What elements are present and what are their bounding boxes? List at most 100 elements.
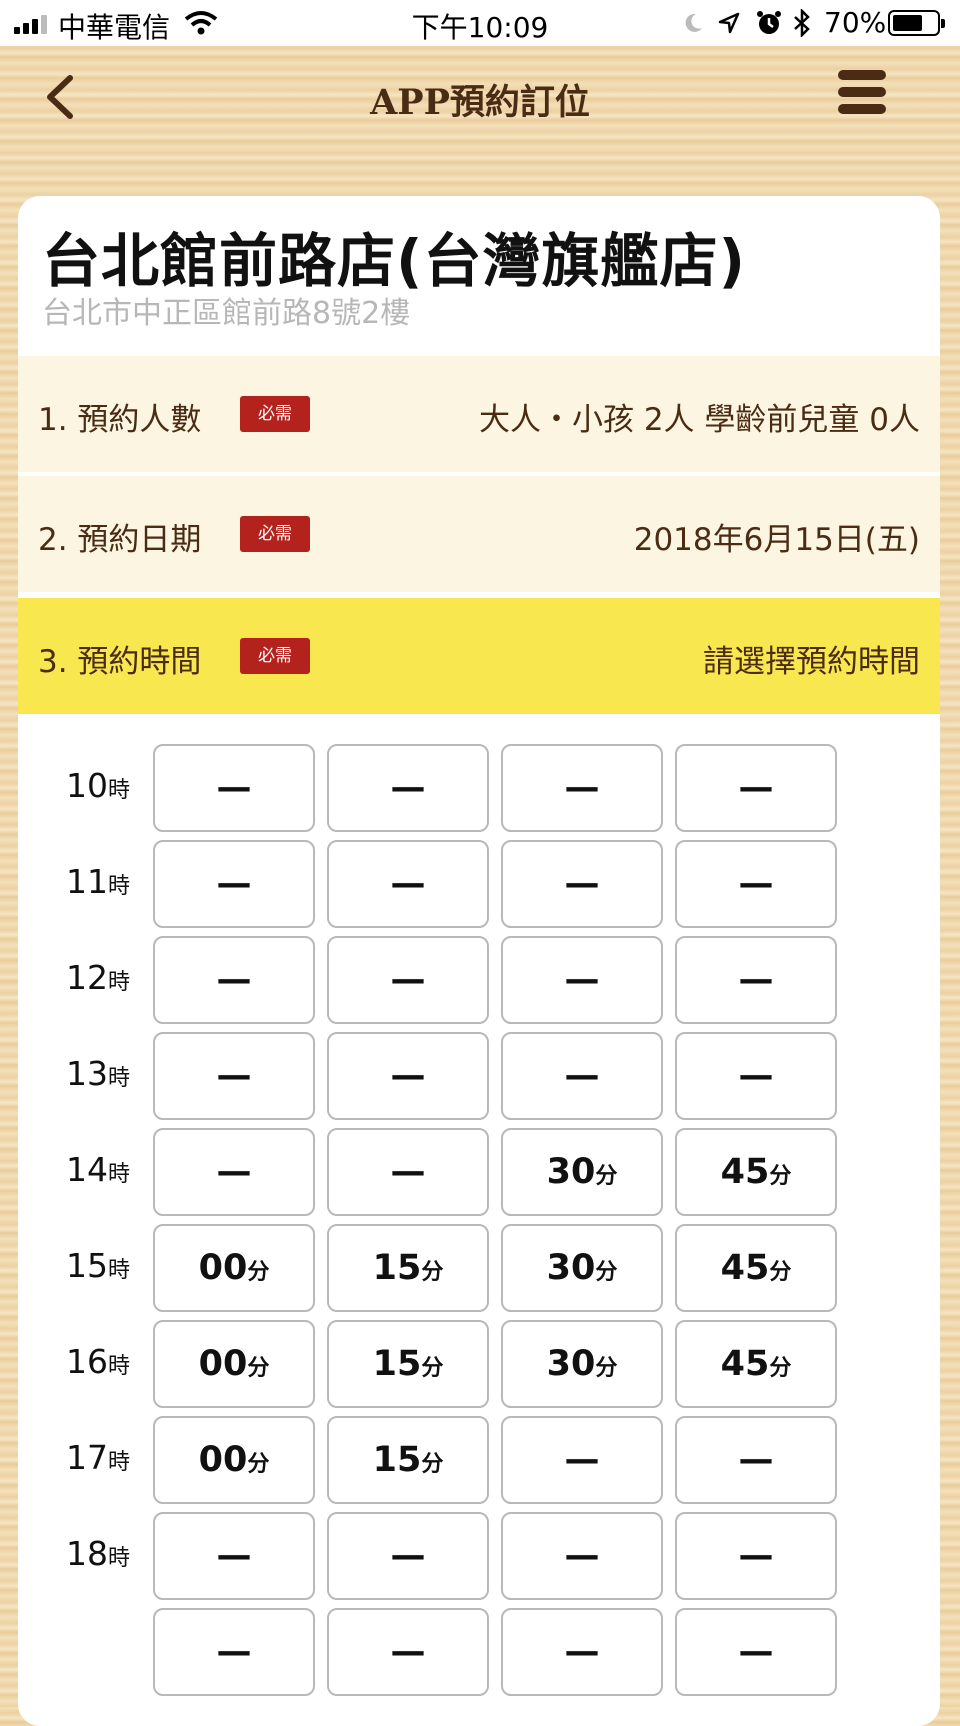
hour-suffix: 時 xyxy=(107,1354,130,1379)
store-name: 台北館前路店(台灣旗艦店) xyxy=(42,227,747,295)
reservation-card: 台北館前路店(台灣旗艦店) 台北市中正區館前路8號2樓 1. 預約人數 必需 大… xyxy=(18,196,940,1726)
slot-minute-suffix: 分 xyxy=(595,1356,618,1381)
slot-minute: 00 xyxy=(198,1344,248,1384)
time-slot-unavailable: — xyxy=(153,744,315,832)
required-badge: 必需 xyxy=(240,516,310,552)
time-slot-button[interactable]: 15分 xyxy=(327,1320,489,1408)
time-slot-unavailable: — xyxy=(675,1512,837,1600)
hour-suffix: 時 xyxy=(107,874,130,899)
slot-minute: 15 xyxy=(372,1344,422,1384)
hour-number: 14 xyxy=(65,1150,108,1189)
date-value: 2018年6月15日(五) xyxy=(633,522,920,558)
hour-suffix: 時 xyxy=(107,1450,130,1475)
time-slot-unavailable: — xyxy=(153,936,315,1024)
page-title: APP預約訂位 xyxy=(370,82,590,123)
battery-percent: 70% xyxy=(824,6,887,39)
hour-number: 11 xyxy=(65,862,108,901)
slot-minute: 30 xyxy=(546,1152,596,1192)
slot-minute-suffix: 分 xyxy=(769,1164,792,1189)
time-slot-unavailable: — xyxy=(327,1032,489,1120)
hour-number: 16 xyxy=(65,1342,108,1381)
time-slot-unavailable: — xyxy=(327,1608,489,1696)
slot-minute-suffix: 分 xyxy=(247,1260,270,1285)
hour-number: 17 xyxy=(65,1438,108,1477)
battery-icon xyxy=(888,10,945,36)
hour-suffix: 時 xyxy=(107,970,130,995)
slot-minute: 00 xyxy=(198,1248,248,1288)
time-slot-button[interactable]: 00分 xyxy=(153,1320,315,1408)
store-address: 台北市中正區館前路8號2樓 xyxy=(42,296,411,331)
hour-number: 15 xyxy=(65,1246,108,1285)
time-slot-button[interactable]: 15分 xyxy=(327,1224,489,1312)
slot-minute-suffix: 分 xyxy=(421,1260,444,1285)
time-row[interactable]: 3. 預約時間 必需 請選擇預約時間 xyxy=(18,598,940,714)
required-badge: 必需 xyxy=(240,396,310,432)
time-slot-unavailable: — xyxy=(675,1608,837,1696)
slot-minute-suffix: 分 xyxy=(247,1452,270,1477)
slot-minute-suffix: 分 xyxy=(595,1260,618,1285)
time-slot-button[interactable]: 45分 xyxy=(675,1320,837,1408)
time-slot-unavailable: — xyxy=(675,1416,837,1504)
hour-suffix: 時 xyxy=(107,1066,130,1091)
time-slot-unavailable: — xyxy=(153,1128,315,1216)
time-slot-unavailable: — xyxy=(153,1032,315,1120)
hour-label: 15時 xyxy=(48,1246,148,1285)
hour-label: 10時 xyxy=(48,766,148,805)
slot-minute-suffix: 分 xyxy=(421,1452,444,1477)
time-slot-unavailable: — xyxy=(501,936,663,1024)
required-badge: 必需 xyxy=(240,638,310,674)
slot-minute-suffix: 分 xyxy=(421,1356,444,1381)
slot-minute: 45 xyxy=(720,1152,770,1192)
hour-label: 14時 xyxy=(48,1150,148,1189)
hour-suffix: 時 xyxy=(107,1162,130,1187)
time-slot-unavailable: — xyxy=(501,1416,663,1504)
hour-label: 11時 xyxy=(48,862,148,901)
time-slot-unavailable: — xyxy=(675,744,837,832)
time-slot-button[interactable]: 30分 xyxy=(501,1224,663,1312)
slot-minute: 15 xyxy=(372,1440,422,1480)
slot-minute: 30 xyxy=(546,1344,596,1384)
slot-minute: 15 xyxy=(372,1248,422,1288)
party-size-row[interactable]: 1. 預約人數 必需 大人・小孩 2人 學齡前兒童 0人 xyxy=(18,356,940,472)
hour-label: 18時 xyxy=(48,1534,148,1573)
hour-number: 12 xyxy=(65,958,108,997)
time-slot-unavailable: — xyxy=(675,840,837,928)
moon-icon xyxy=(685,13,702,32)
time-value: 請選擇預約時間 xyxy=(703,644,920,680)
time-slot-unavailable: — xyxy=(327,1512,489,1600)
time-slot-button[interactable]: 45分 xyxy=(675,1224,837,1312)
hour-suffix: 時 xyxy=(107,1258,130,1283)
hour-label: 13時 xyxy=(48,1054,148,1093)
party-size-label: 1. 預約人數 xyxy=(38,402,202,438)
hour-number: 18 xyxy=(65,1534,108,1573)
alarm-icon xyxy=(757,11,781,34)
time-slot-button[interactable]: 00分 xyxy=(153,1416,315,1504)
time-slot-button[interactable]: 00分 xyxy=(153,1224,315,1312)
party-size-value: 大人・小孩 2人 學齡前兒童 0人 xyxy=(478,402,920,438)
time-slot-button[interactable]: 30分 xyxy=(501,1128,663,1216)
hour-suffix: 時 xyxy=(107,778,130,803)
time-slot-button[interactable]: 15分 xyxy=(327,1416,489,1504)
hour-number: 13 xyxy=(65,1054,108,1093)
slot-minute: 30 xyxy=(546,1248,596,1288)
status-time: 下午10:09 xyxy=(411,11,549,44)
hour-number: 10 xyxy=(65,766,108,805)
date-row[interactable]: 2. 預約日期 必需 2018年6月15日(五) xyxy=(18,476,940,592)
time-slot-unavailable: — xyxy=(153,1608,315,1696)
date-label: 2. 預約日期 xyxy=(38,522,202,558)
slot-minute-suffix: 分 xyxy=(769,1260,792,1285)
slot-minute-suffix: 分 xyxy=(595,1164,618,1189)
time-slot-unavailable: — xyxy=(327,840,489,928)
slot-minute: 45 xyxy=(720,1344,770,1384)
location-icon xyxy=(718,12,740,34)
time-slot-unavailable: — xyxy=(327,744,489,832)
slot-minute-suffix: 分 xyxy=(247,1356,270,1381)
time-slot-button[interactable]: 30分 xyxy=(501,1320,663,1408)
hamburger-menu-icon[interactable] xyxy=(838,68,888,118)
time-label: 3. 預約時間 xyxy=(38,644,202,680)
time-slot-unavailable: — xyxy=(675,1032,837,1120)
time-slot-button[interactable]: 45分 xyxy=(675,1128,837,1216)
slot-minute: 45 xyxy=(720,1248,770,1288)
time-slot-unavailable: — xyxy=(675,936,837,1024)
time-slot-unavailable: — xyxy=(501,1608,663,1696)
